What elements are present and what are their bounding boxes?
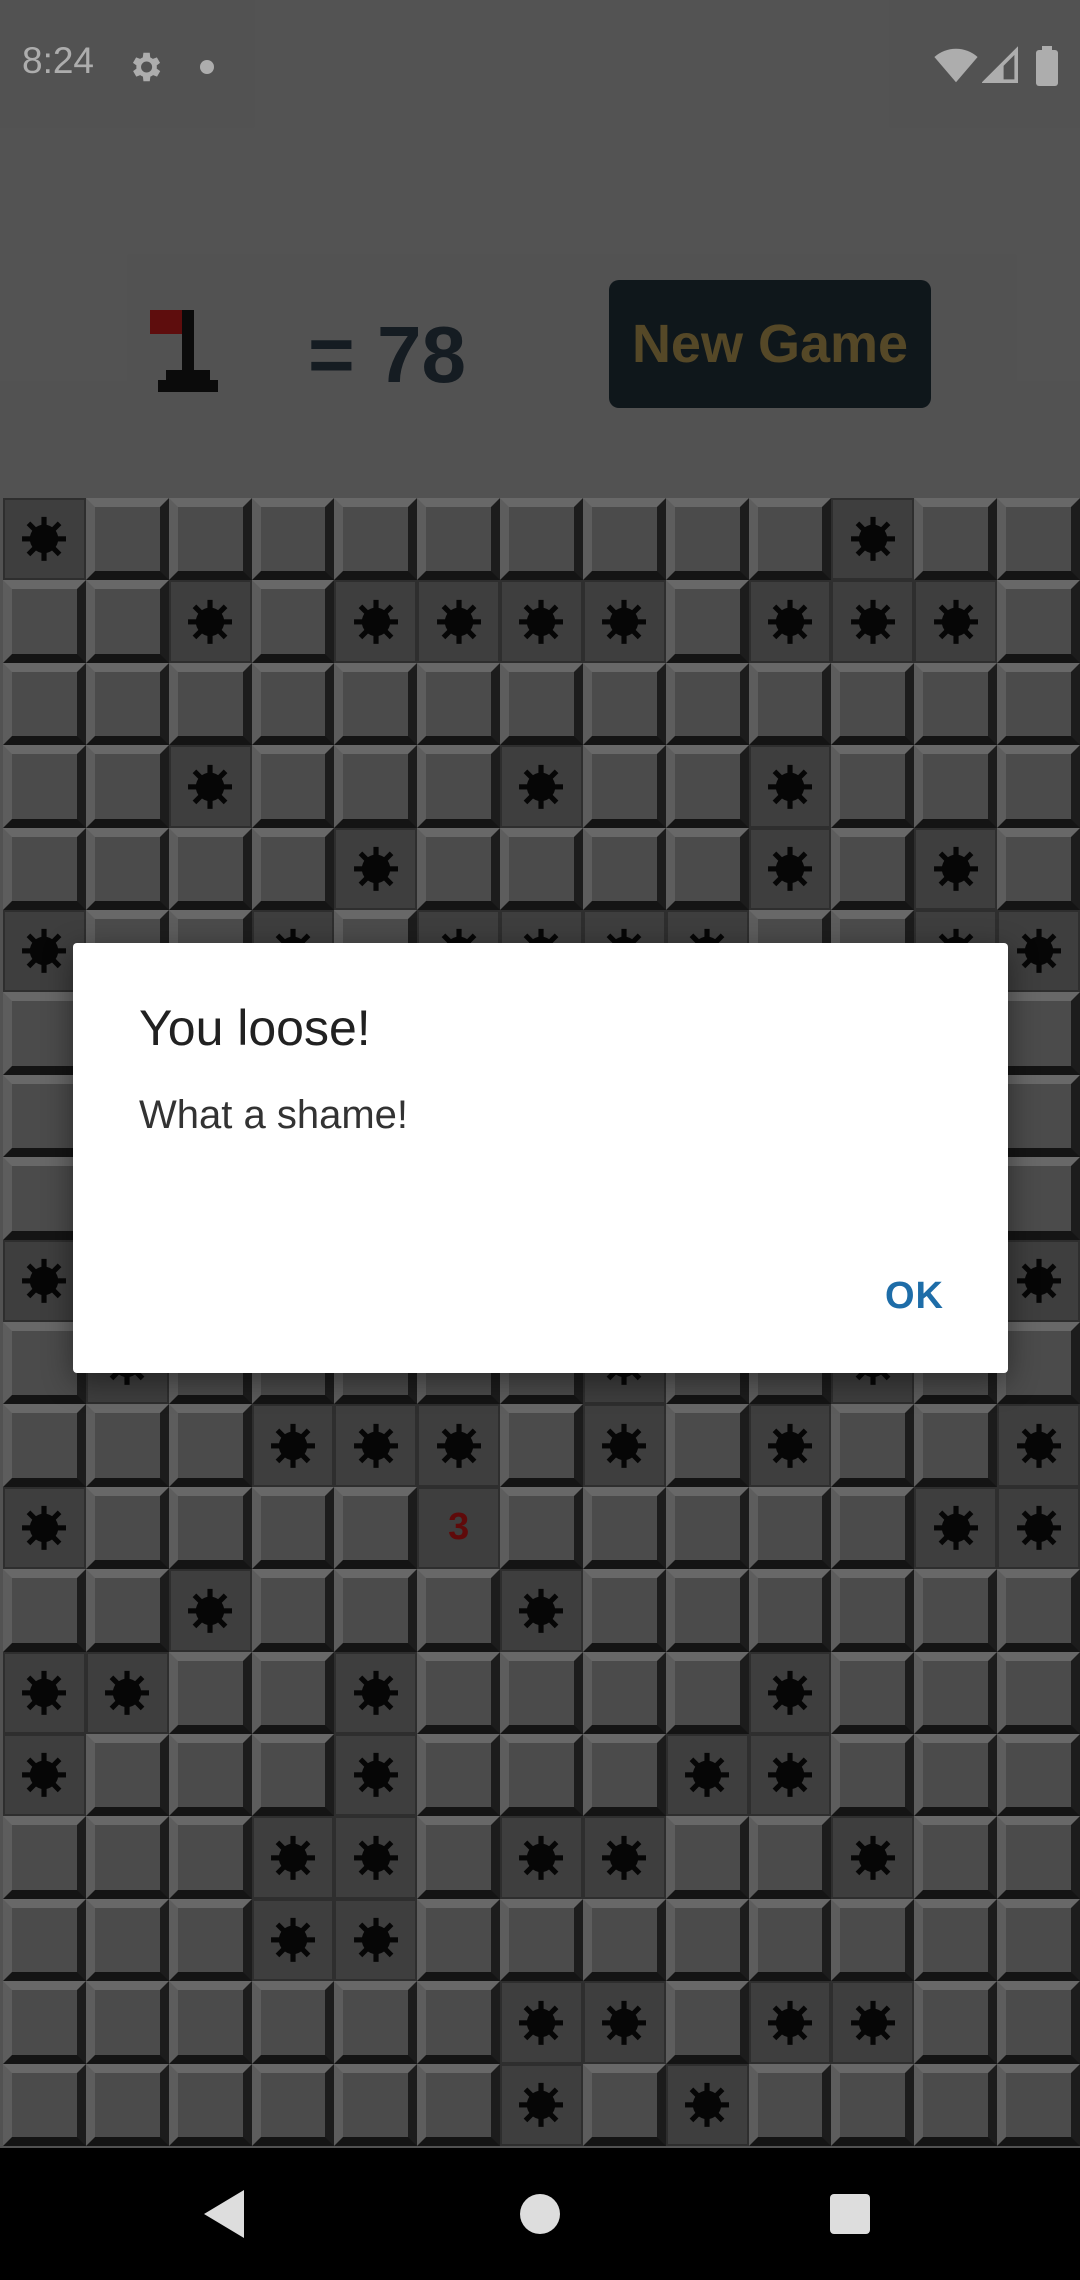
back-icon[interactable]: [196, 2184, 256, 2244]
home-icon[interactable]: [510, 2184, 570, 2244]
dialog-title: You loose!: [139, 1000, 371, 1056]
dialog-message: What a shame!: [139, 1093, 409, 1137]
game-over-dialog: You loose! What a shame! OK: [73, 943, 1008, 1373]
ok-button[interactable]: OK: [885, 1275, 944, 1318]
recents-icon[interactable]: [820, 2184, 880, 2244]
navigation-bar: [0, 2148, 1080, 2280]
